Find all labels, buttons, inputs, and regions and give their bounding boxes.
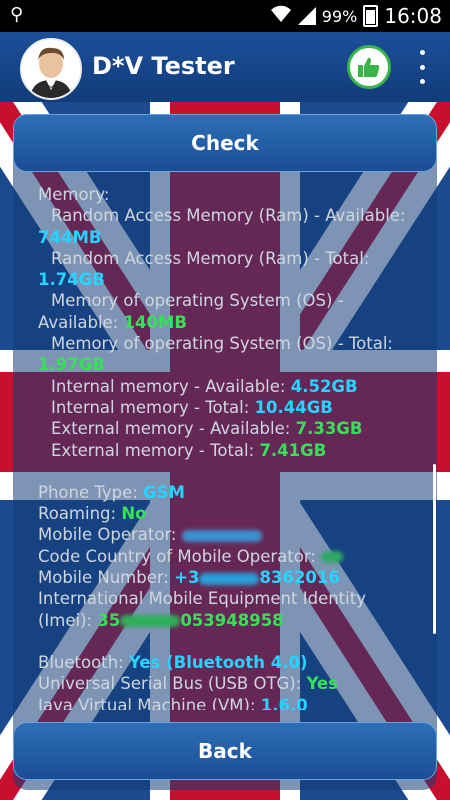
external-total-label: External memory - Total: xyxy=(51,440,255,460)
external-total-value: 7.41GB xyxy=(259,440,327,460)
ram-available-label: Random Access Memory (Ram) - Available: xyxy=(51,206,406,226)
bluetooth-label: Bluetooth: xyxy=(38,652,124,672)
mobile-number-suffix: 8362016 xyxy=(259,568,340,588)
device-info-scroll[interactable]: Memory: Random Access Memory (Ram) - Ava… xyxy=(38,184,418,710)
bluetooth-value: Yes (Bluetooth 4.0) xyxy=(128,652,308,672)
info-panel: Check Memory: Random Access Memory (Ram)… xyxy=(13,114,437,790)
internal-total-row: Internal memory - Total: 10.44GB xyxy=(38,397,418,418)
signal-icon xyxy=(297,7,316,25)
os-available-value: 140MB xyxy=(123,312,187,332)
jvm-label: Java Virtual Machine (VM): xyxy=(38,695,256,710)
internal-available-row: Internal memory - Available: 4.52GB xyxy=(38,376,418,397)
redacted-number xyxy=(199,572,260,585)
country-code-label: Code Country of Mobile Operator: xyxy=(38,546,316,566)
thumbs-up-icon[interactable] xyxy=(347,45,391,89)
avatar[interactable] xyxy=(20,38,82,100)
memory-header: Memory: xyxy=(38,185,110,204)
os-total-value: 1.97GB xyxy=(38,355,105,375)
internal-total-value: 10.44GB xyxy=(254,397,333,417)
phone-type-value: GSM xyxy=(143,482,185,502)
imei-prefix: 35 xyxy=(97,610,121,630)
battery-percent: 99% xyxy=(321,6,358,26)
internal-total-label: Internal memory - Total: xyxy=(51,397,250,417)
imei-suffix: 053948958 xyxy=(180,610,284,630)
mobile-number-label: Mobile Number: xyxy=(38,568,169,588)
roaming-value: No xyxy=(121,504,147,524)
phone-type-label: Phone Type: xyxy=(38,482,138,502)
status-bar: ⚲ 99% 16:08 xyxy=(0,0,450,32)
redacted-operator xyxy=(181,529,262,542)
bluetooth-row: Bluetooth: Yes (Bluetooth 4.0) xyxy=(38,652,418,673)
usb-otg-row: Universal Serial Bus (USB OTG): Yes xyxy=(38,673,418,694)
imei-row: International Mobile Equipment Identity … xyxy=(38,588,418,631)
roaming-row: Roaming: No xyxy=(38,503,418,524)
usb-icon: ⚲ xyxy=(10,4,24,25)
ram-total-label: Random Access Memory (Ram) - Total: xyxy=(51,248,370,268)
scrollbar[interactable] xyxy=(433,464,436,634)
redacted-country-code xyxy=(321,551,344,564)
redacted-imei xyxy=(120,615,181,628)
os-available-label: Memory of operating System (OS) - Availa… xyxy=(38,291,344,332)
phone-type-row: Phone Type: GSM xyxy=(38,482,418,503)
os-total-label: Memory of operating System (OS) - Total: xyxy=(51,334,393,354)
mobile-number-row: Mobile Number: +3 8362016 xyxy=(38,567,418,588)
ram-available-value: 744MB xyxy=(38,227,102,247)
jvm-row: Java Virtual Machine (VM): 1.6.0 xyxy=(38,695,418,710)
app-title: D*V Tester xyxy=(92,52,235,80)
wifi-icon xyxy=(270,5,292,28)
country-code-row: Code Country of Mobile Operator: xyxy=(38,546,418,567)
clock: 16:08 xyxy=(384,4,442,28)
os-available-row: Memory of operating System (OS) - Availa… xyxy=(38,290,418,333)
ram-total-value: 1.74GB xyxy=(38,270,105,290)
battery-icon xyxy=(363,5,379,27)
mobile-number-prefix: +3 xyxy=(174,568,200,588)
app-bar: D*V Tester xyxy=(0,32,450,102)
external-available-label: External memory - Available: xyxy=(51,419,291,439)
external-available-row: External memory - Available: 7.33GB xyxy=(38,418,418,439)
mobile-operator-label: Mobile Operator: xyxy=(38,525,177,545)
internal-available-label: Internal memory - Available: xyxy=(51,376,286,396)
mobile-operator-row: Mobile Operator: xyxy=(38,524,418,545)
roaming-label: Roaming: xyxy=(38,504,117,524)
usb-otg-label: Universal Serial Bus (USB OTG): xyxy=(38,674,302,694)
jvm-value: 1.6.0 xyxy=(260,695,308,710)
usb-otg-value: Yes xyxy=(306,674,339,694)
back-button[interactable]: Back xyxy=(13,722,437,780)
check-button[interactable]: Check xyxy=(13,114,437,172)
external-available-value: 7.33GB xyxy=(295,419,363,439)
overflow-menu-icon[interactable] xyxy=(414,50,430,84)
internal-available-value: 4.52GB xyxy=(290,376,358,396)
external-total-row: External memory - Total: 7.41GB xyxy=(38,440,418,461)
